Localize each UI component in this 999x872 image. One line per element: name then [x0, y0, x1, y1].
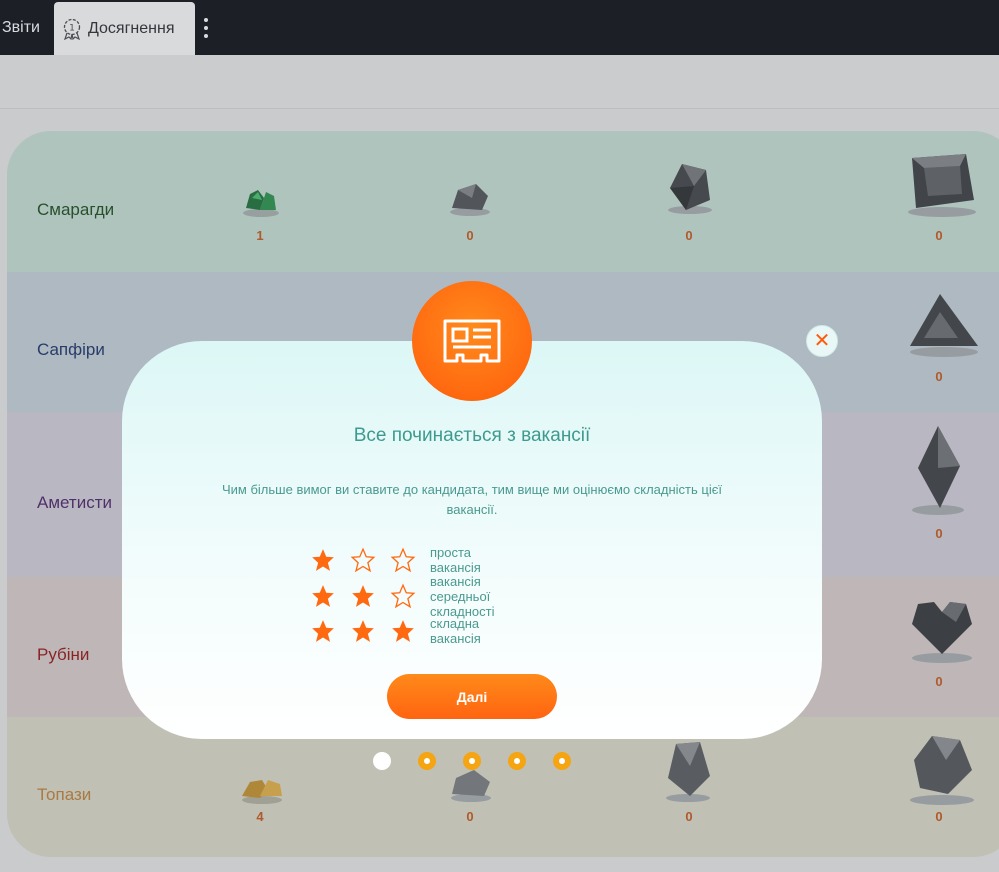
tab-reports[interactable]: Звіти: [0, 0, 46, 55]
difficulty-label: проста вакансія: [430, 545, 481, 575]
star-filled-icon: [312, 585, 334, 607]
tab-reports-label: Звіти: [2, 18, 40, 36]
star-filled-icon: [312, 620, 334, 642]
modal-description: Чим більше вимог ви ставите до кандидата…: [222, 482, 722, 517]
next-button-label: Далі: [456, 688, 488, 705]
tab-achievements-label: Досягнення: [88, 19, 175, 37]
difficulty-label: складна вакансія: [430, 616, 481, 646]
svg-text:1: 1: [69, 23, 75, 33]
difficulty-level: проста вакансія: [310, 545, 483, 575]
tab-achievements[interactable]: 1 Досягнення: [54, 2, 195, 55]
star-outline-icon: [350, 547, 376, 573]
star-rating: [310, 547, 430, 573]
star-rating: [310, 583, 430, 609]
close-icon: ✕: [813, 330, 831, 352]
more-options-icon[interactable]: [201, 18, 211, 38]
star-outline-icon: [390, 583, 416, 609]
close-button[interactable]: ✕: [806, 325, 838, 357]
pagination-dots: [373, 752, 598, 770]
award-badge-icon: 1: [62, 18, 82, 40]
modal-title: Все починається з вакансії: [353, 425, 591, 446]
star-filled-icon: [312, 549, 334, 571]
star-filled-icon: [392, 620, 414, 642]
star-filled-icon: [352, 585, 374, 607]
pagination-dot-active[interactable]: [373, 752, 391, 770]
star-outline-icon: [390, 547, 416, 573]
pagination-dot[interactable]: [553, 752, 571, 770]
top-nav-bar: Звіти 1 Досягнення: [0, 0, 999, 55]
next-button[interactable]: Далі: [387, 674, 557, 719]
pagination-dot[interactable]: [508, 752, 526, 770]
difficulty-level: вакансія середньої складності: [310, 574, 496, 619]
pagination-dot[interactable]: [418, 752, 436, 770]
star-filled-icon: [352, 620, 374, 642]
pagination-dot[interactable]: [463, 752, 481, 770]
difficulty-label: вакансія середньої складності: [430, 573, 495, 619]
star-rating: [310, 618, 430, 644]
difficulty-level: складна вакансія: [310, 616, 483, 646]
vacancy-card-icon: [412, 281, 532, 401]
